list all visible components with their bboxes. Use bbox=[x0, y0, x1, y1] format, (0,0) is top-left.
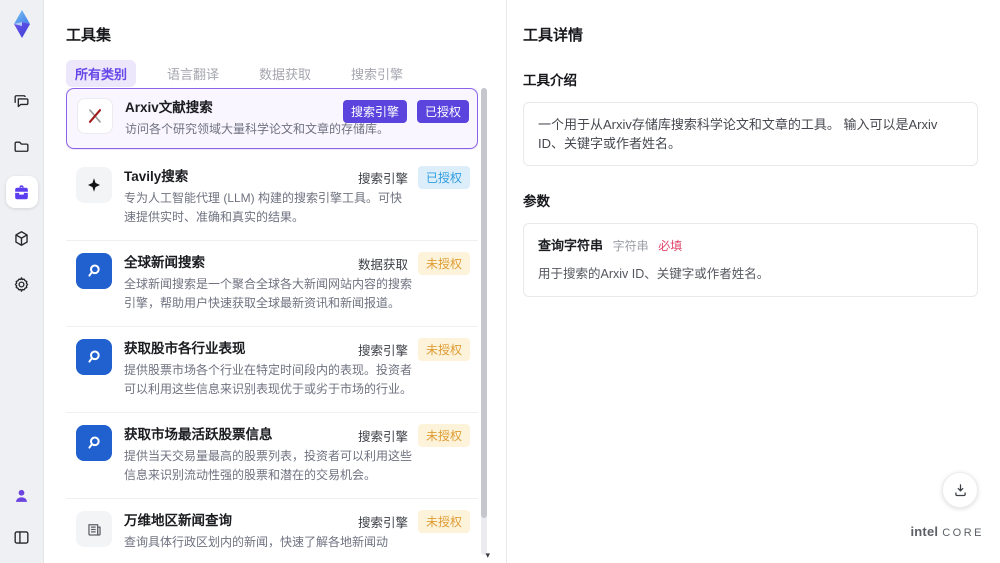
toolbox-icon bbox=[15, 184, 28, 199]
auth-status-badge: 未授权 bbox=[417, 338, 470, 361]
sidebar-nav bbox=[5, 84, 38, 300]
sidebar-item-chat[interactable] bbox=[6, 84, 38, 116]
newspaper-icon bbox=[76, 511, 112, 547]
category-label: 搜索引擎 bbox=[357, 516, 408, 530]
download-button[interactable] bbox=[942, 472, 978, 508]
tab-language-translation[interactable]: 语言翻译 bbox=[158, 60, 228, 87]
intel-core-logo: intel CORE bbox=[910, 524, 984, 539]
arxiv-logo-icon bbox=[77, 98, 113, 134]
tool-description: 查询具体行政区划内的新闻，快速了解各地新闻动 bbox=[124, 535, 389, 549]
tool-intro-text: 一个用于从Arxiv存储库搜索科学论文和文章的工具。 输入可以是Arxiv ID… bbox=[523, 102, 978, 166]
gear-icon bbox=[14, 276, 29, 292]
tool-row-global-news[interactable]: 全球新闻搜索 全球新闻搜索是一个聚合全球各大新闻网站内容的搜索引擎，帮助用户快速… bbox=[66, 241, 478, 327]
sidebar-item-tools[interactable] bbox=[5, 176, 38, 208]
tool-row-regional-news[interactable]: 万维地区新闻查询 查询具体行政区划内的新闻，快速了解各地新闻动 搜索引擎 未授权 bbox=[66, 499, 478, 563]
scrollbar-thumb[interactable] bbox=[481, 88, 487, 518]
parameter-card: 查询字符串 字符串 必填 用于搜索的Arxiv ID、关键字或作者姓名。 bbox=[523, 223, 978, 297]
category-label: 搜索引擎 bbox=[357, 344, 408, 358]
tab-search-engine[interactable]: 搜索引擎 bbox=[342, 60, 412, 87]
sidebar-item-files[interactable] bbox=[6, 130, 38, 162]
param-name: 查询字符串 bbox=[538, 238, 604, 253]
search-app-icon bbox=[76, 339, 112, 375]
intro-heading: 工具介绍 bbox=[523, 73, 577, 88]
sidebar-bottom bbox=[6, 479, 38, 553]
param-description: 用于搜索的Arxiv ID、关键字或作者姓名。 bbox=[538, 267, 770, 281]
chat-icon bbox=[14, 94, 29, 107]
app-logo-icon bbox=[13, 10, 30, 38]
panel-toggle-icon bbox=[14, 530, 29, 544]
scroll-down-icon[interactable]: ▾ bbox=[485, 550, 490, 561]
category-label: 搜索引擎 bbox=[357, 172, 408, 186]
cube-icon bbox=[15, 230, 28, 246]
category-label: 搜索引擎 bbox=[357, 430, 408, 444]
brand-intel-text: intel bbox=[910, 524, 939, 539]
category-label: 数据获取 bbox=[357, 258, 408, 272]
sparkle-icon bbox=[76, 167, 112, 203]
tool-row-tavily[interactable]: Tavily搜索 专为人工智能代理 (LLM) 构建的搜索引擎工具。可快速提供实… bbox=[66, 155, 478, 241]
param-type: 字符串 bbox=[612, 239, 649, 253]
tool-row-sector-performance[interactable]: 获取股市各行业表现 提供股票市场各个行业在特定时间段内的表现。投资者可以利用这些… bbox=[66, 327, 478, 413]
auth-status-badge: 未授权 bbox=[417, 510, 470, 533]
page-title: 工具集 bbox=[66, 27, 112, 44]
search-app-icon bbox=[76, 253, 112, 289]
user-avatar[interactable] bbox=[6, 479, 38, 511]
sidebar-item-settings[interactable] bbox=[6, 268, 38, 300]
params-heading: 参数 bbox=[523, 194, 550, 209]
tool-description: 提供当天交易量最高的股票列表，投资者可以利用这些信息来识别流动性强的股票和潜在的… bbox=[124, 449, 413, 482]
sidebar-item-models[interactable] bbox=[6, 222, 38, 254]
folder-icon bbox=[14, 140, 29, 152]
detail-title: 工具详情 bbox=[523, 27, 584, 44]
tool-description: 专为人工智能代理 (LLM) 构建的搜索引擎工具。可快速提供实时、准确和真实的结… bbox=[124, 191, 403, 224]
auth-status-badge: 未授权 bbox=[417, 424, 470, 447]
tool-description: 提供股票市场各个行业在特定时间段内的表现。投资者可以利用这些信息来识别表现优于或… bbox=[124, 363, 413, 396]
category-badge: 搜索引擎 bbox=[342, 100, 407, 123]
user-icon bbox=[15, 489, 28, 502]
tool-list: Arxiv文献搜索 访问各个研究领域大量科学论文和文章的存储库。 搜索引擎 已授… bbox=[66, 88, 478, 563]
search-app-icon bbox=[76, 425, 112, 461]
auth-status-badge: 已授权 bbox=[417, 166, 470, 189]
tool-row-most-active-stocks[interactable]: 获取市场最活跃股票信息 提供当天交易量最高的股票列表，投资者可以利用这些信息来识… bbox=[66, 413, 478, 499]
collapse-sidebar-button[interactable] bbox=[6, 521, 38, 553]
tool-list-pane: 工具集 所有类别 语言翻译 数据获取 搜索引擎 Arxiv文献搜索 访问各个研究… bbox=[44, 0, 506, 563]
auth-status-badge: 已授权 bbox=[416, 100, 469, 123]
sidebar bbox=[0, 0, 44, 563]
tool-description: 全球新闻搜索是一个聚合全球各大新闻网站内容的搜索引擎，帮助用户快速获取全球最新资… bbox=[124, 277, 413, 310]
tab-all-categories[interactable]: 所有类别 bbox=[66, 60, 137, 87]
download-icon bbox=[954, 483, 966, 496]
auth-status-badge: 未授权 bbox=[417, 252, 470, 275]
category-tabs: 所有类别 语言翻译 数据获取 搜索引擎 bbox=[66, 60, 412, 87]
param-required-flag: 必填 bbox=[658, 239, 683, 253]
app-window: 工具集 所有类别 语言翻译 数据获取 搜索引擎 Arxiv文献搜索 访问各个研究… bbox=[0, 0, 1000, 563]
tab-data-fetch[interactable]: 数据获取 bbox=[250, 60, 320, 87]
list-scrollbar[interactable] bbox=[481, 88, 487, 555]
tool-row-arxiv[interactable]: Arxiv文献搜索 访问各个研究领域大量科学论文和文章的存储库。 搜索引擎 已授… bbox=[66, 88, 478, 149]
tool-detail-pane: 工具详情 工具介绍 一个用于从Arxiv存储库搜索科学论文和文章的工具。 输入可… bbox=[506, 0, 1000, 563]
brand-core-text: CORE bbox=[942, 527, 984, 539]
